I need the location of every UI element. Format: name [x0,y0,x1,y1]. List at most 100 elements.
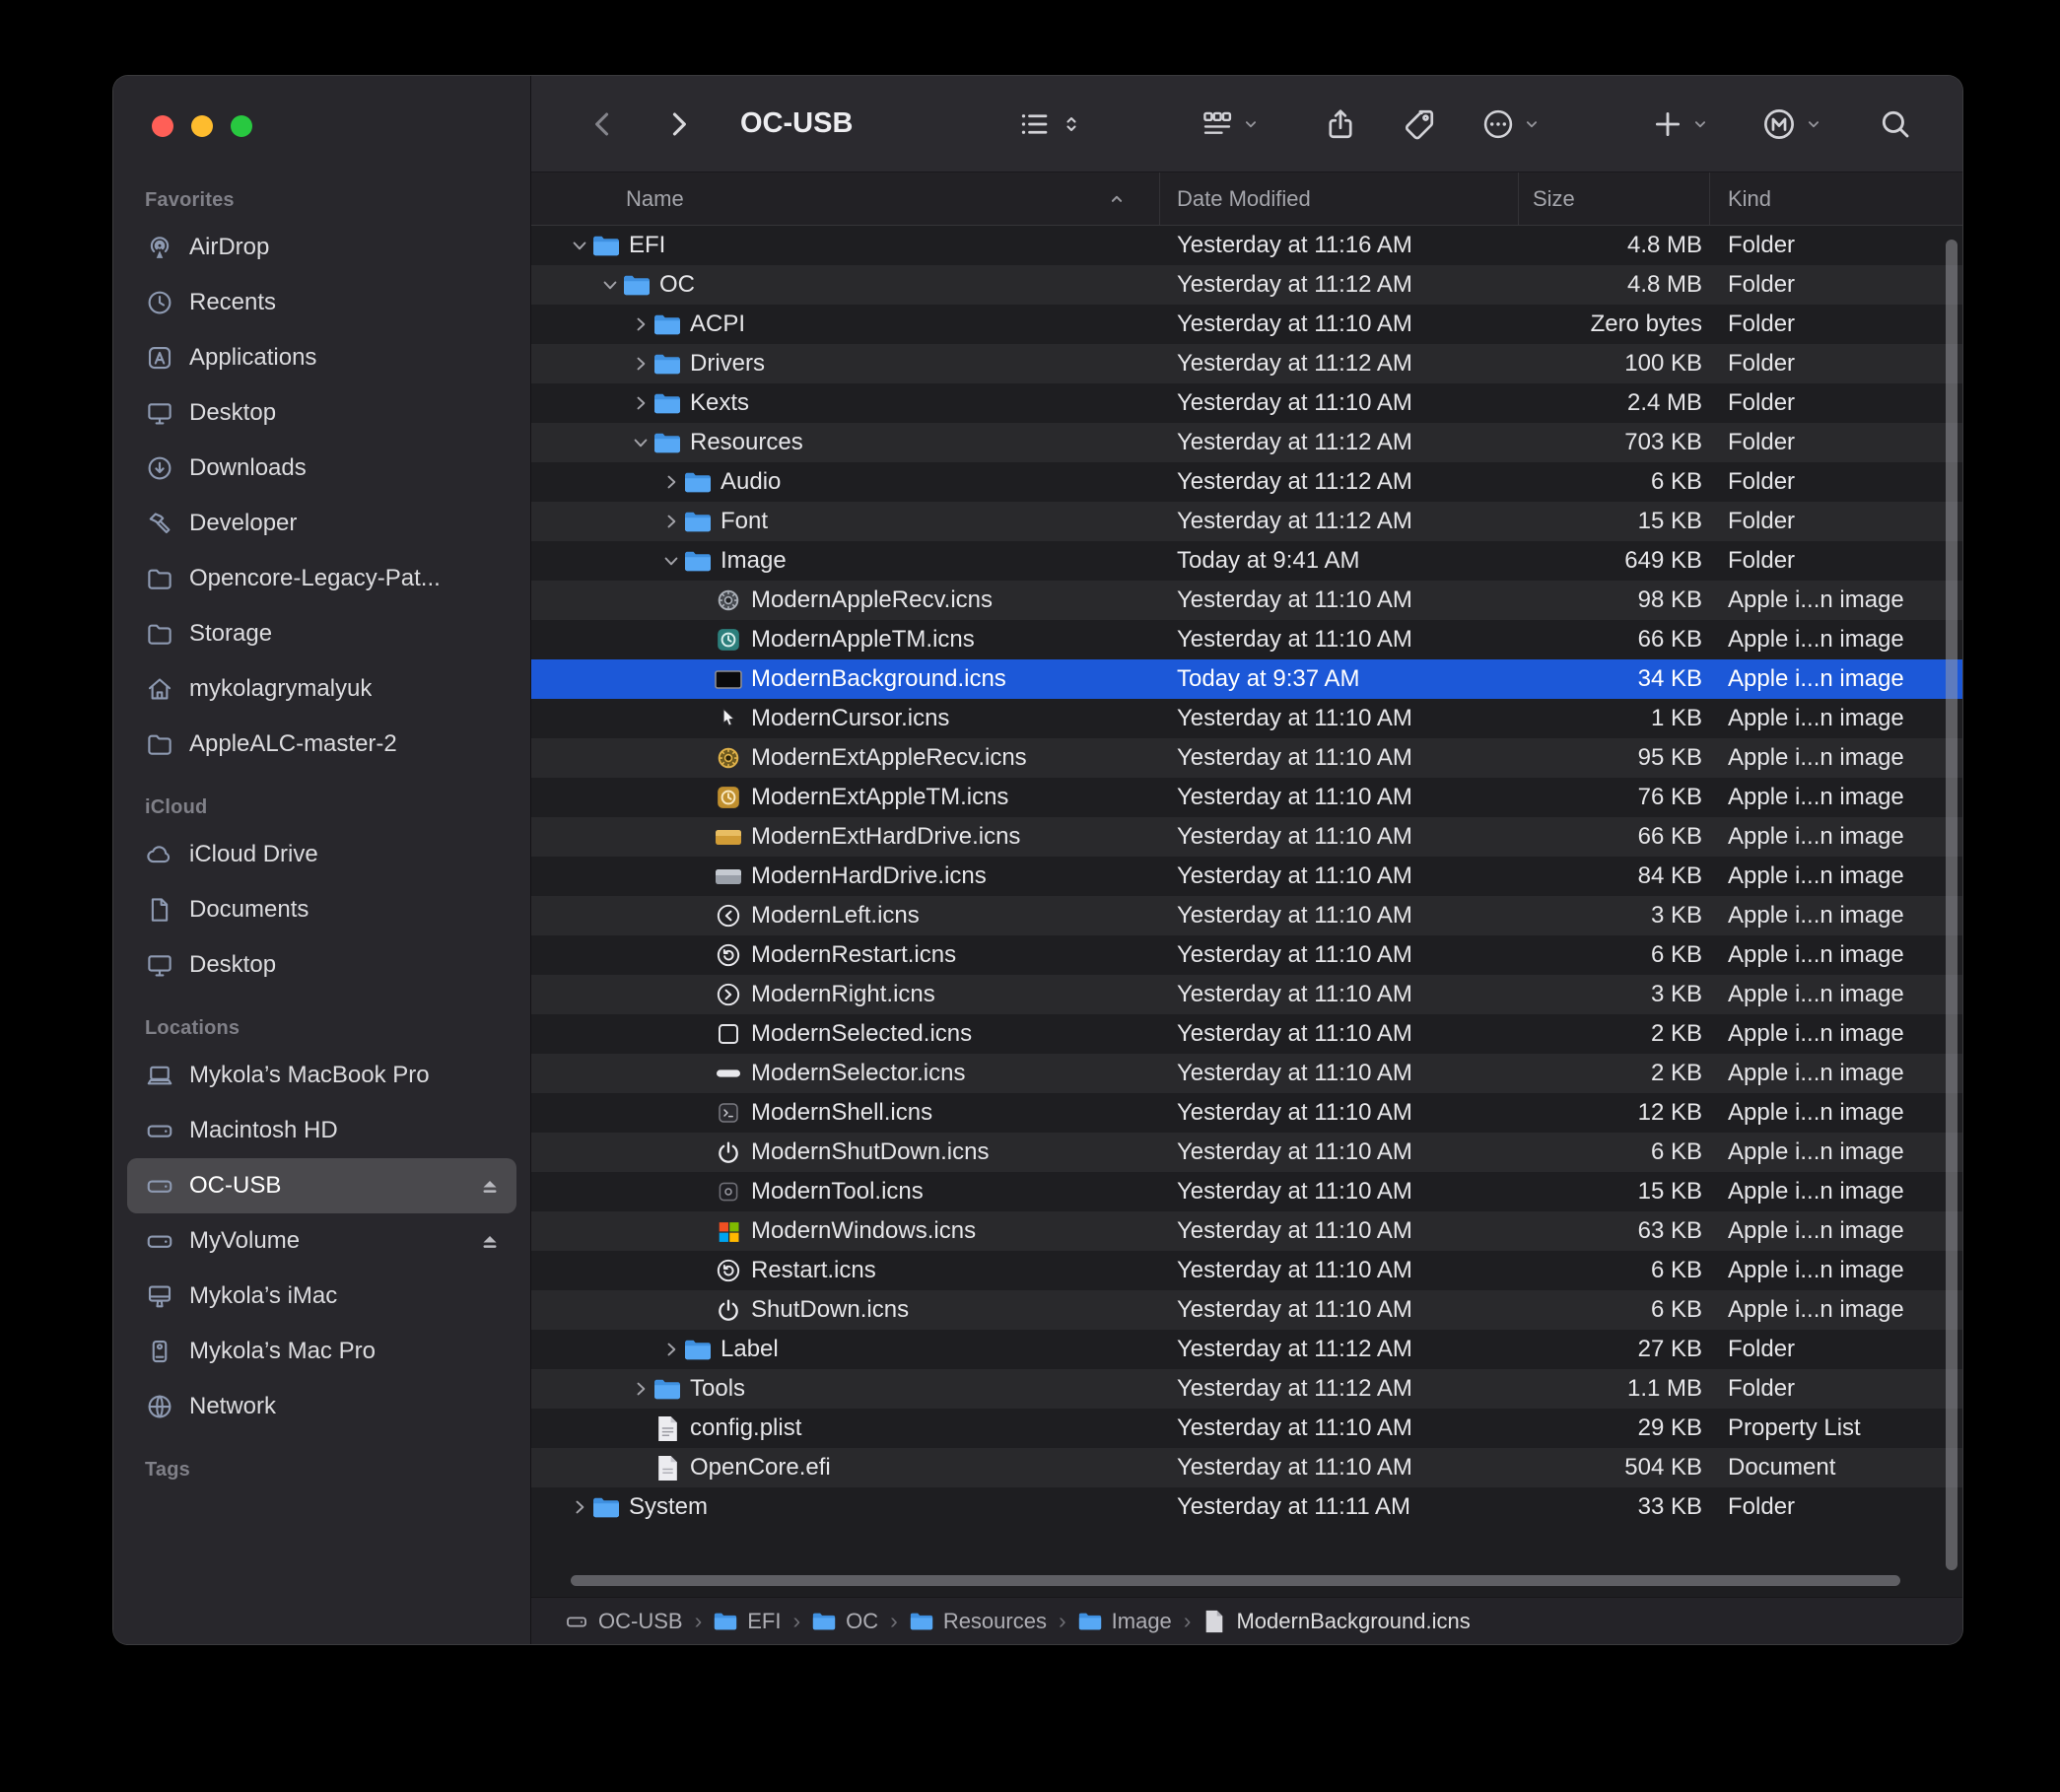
table-row[interactable]: ModernRight.icnsYesterday at 11:10 AM3 K… [531,975,1962,1014]
column-header-date-modified[interactable]: Date Modified [1160,172,1519,225]
sidebar-item-icloud-drive[interactable]: iCloud Drive [127,827,516,882]
disclosure-chevron-icon[interactable] [658,551,684,571]
disclosure-chevron-icon[interactable] [597,275,623,295]
close-button[interactable] [152,115,173,137]
modernextappletm-icns-icon [715,781,742,814]
disclosure-chevron-icon[interactable] [628,433,653,452]
sidebar-item-network[interactable]: Network [127,1379,516,1434]
path-item-resources[interactable]: Resources [910,1609,1047,1634]
table-row[interactable]: ModernTool.icnsYesterday at 11:10 AM15 K… [531,1172,1962,1211]
table-row[interactable]: ModernSelected.icnsYesterday at 11:10 AM… [531,1014,1962,1054]
column-header-size[interactable]: Size [1519,172,1710,225]
share-button[interactable] [1323,106,1358,142]
zoom-button[interactable] [231,115,252,137]
file-date-modified: Yesterday at 11:10 AM [1160,981,1519,1008]
table-row[interactable]: ModernHardDrive.icnsYesterday at 11:10 A… [531,857,1962,896]
table-row[interactable]: ModernCursor.icnsYesterday at 11:10 AM1 … [531,699,1962,738]
sidebar-item-downloads[interactable]: Downloads [127,441,516,496]
table-row[interactable]: KextsYesterday at 11:10 AM2.4 MBFolder [531,383,1962,423]
new-item-button[interactable] [1651,107,1709,141]
disclosure-chevron-icon[interactable] [658,512,684,531]
table-row[interactable]: config.plistYesterday at 11:10 AM29 KBPr… [531,1409,1962,1448]
table-row[interactable]: ModernShutDown.icnsYesterday at 11:10 AM… [531,1133,1962,1172]
sidebar-item-recents[interactable]: Recents [127,275,516,330]
table-row[interactable]: SystemYesterday at 11:11 AM33 KBFolder [531,1487,1962,1527]
table-row[interactable]: ModernAppleRecv.icnsYesterday at 11:10 A… [531,581,1962,620]
table-row[interactable]: ModernRestart.icnsYesterday at 11:10 AM6… [531,935,1962,975]
path-item-oc[interactable]: OC [812,1609,878,1634]
table-row[interactable]: AudioYesterday at 11:12 AM6 KBFolder [531,462,1962,502]
account-menu-button[interactable] [1760,105,1822,143]
table-row[interactable]: Restart.icnsYesterday at 11:10 AM6 KBApp… [531,1251,1962,1290]
disclosure-chevron-icon[interactable] [658,1340,684,1359]
file-size: 6 KB [1519,1257,1710,1284]
file-date-modified: Yesterday at 11:10 AM [1160,1454,1519,1482]
table-row[interactable]: ToolsYesterday at 11:12 AM1.1 MBFolder [531,1369,1962,1409]
more-actions-button[interactable] [1480,106,1541,142]
disclosure-chevron-icon[interactable] [567,236,592,255]
table-row[interactable]: ModernExtAppleRecv.icnsYesterday at 11:1… [531,738,1962,778]
table-row[interactable]: LabelYesterday at 11:12 AM27 KBFolder [531,1330,1962,1369]
sidebar-item-desktop[interactable]: Desktop [127,385,516,441]
table-row[interactable]: ModernBackground.icnsToday at 9:37 AM34 … [531,659,1962,699]
table-row[interactable]: ModernLeft.icnsYesterday at 11:10 AM3 KB… [531,896,1962,935]
sidebar-item-mykola-s-imac[interactable]: Mykola’s iMac [127,1269,516,1324]
disclosure-chevron-icon[interactable] [567,1497,592,1517]
table-row[interactable]: ShutDown.icnsYesterday at 11:10 AM6 KBAp… [531,1290,1962,1330]
table-row[interactable]: ModernExtAppleTM.icnsYesterday at 11:10 … [531,778,1962,817]
disclosure-chevron-icon[interactable] [628,354,653,374]
disclosure-chevron-icon[interactable] [628,314,653,334]
sidebar-item-myvolume[interactable]: MyVolume [127,1213,516,1269]
eject-icon[interactable] [477,1228,503,1254]
horizontal-scrollbar[interactable] [571,1575,1900,1586]
folder-icon [145,564,174,593]
sidebar-item-mykola-s-mac-pro[interactable]: Mykola’s Mac Pro [127,1324,516,1379]
disclosure-chevron-icon[interactable] [628,1379,653,1399]
group-by-button[interactable] [1200,106,1260,142]
column-header-kind[interactable]: Kind [1710,172,1962,225]
forward-button[interactable] [661,107,695,141]
sidebar-item-macintosh-hd[interactable]: Macintosh HD [127,1103,516,1158]
table-row[interactable]: ResourcesYesterday at 11:12 AM703 KBFold… [531,423,1962,462]
sidebar-item-applealc-master-2[interactable]: AppleALC-master-2 [127,717,516,772]
table-row[interactable]: FontYesterday at 11:12 AM15 KBFolder [531,502,1962,541]
view-switcher[interactable] [1016,106,1083,142]
sidebar-item-developer[interactable]: Developer [127,496,516,551]
path-item-efi[interactable]: EFI [714,1609,781,1634]
eject-icon[interactable] [477,1173,503,1199]
table-row[interactable]: ModernWindows.icnsYesterday at 11:10 AM6… [531,1211,1962,1251]
sidebar-item-opencore-legacy-pat[interactable]: Opencore-Legacy-Pat... [127,551,516,606]
column-header-name[interactable]: Name [531,172,1160,225]
table-row[interactable]: ACPIYesterday at 11:10 AMZero bytesFolde… [531,305,1962,344]
table-row[interactable]: DriversYesterday at 11:12 AM100 KBFolder [531,344,1962,383]
path-item-oc-usb[interactable]: OC-USB [565,1609,683,1634]
table-row[interactable]: ModernAppleTM.icnsYesterday at 11:10 AM6… [531,620,1962,659]
table-row[interactable]: ModernShell.icnsYesterday at 11:10 AM12 … [531,1093,1962,1133]
sidebar-item-mykolagrymalyuk[interactable]: mykolagrymalyuk [127,661,516,717]
vertical-scrollbar[interactable] [1946,240,1957,1570]
sidebar-item-desktop[interactable]: Desktop [127,937,516,993]
table-row[interactable]: ModernSelector.icnsYesterday at 11:10 AM… [531,1054,1962,1093]
back-button[interactable] [586,107,620,141]
table-row[interactable]: OpenCore.efiYesterday at 11:10 AM504 KBD… [531,1448,1962,1487]
table-row[interactable]: OCYesterday at 11:12 AM4.8 MBFolder [531,265,1962,305]
moderntool-icns-icon [715,1175,742,1208]
disclosure-chevron-icon[interactable] [628,393,653,413]
sidebar-item-mykola-s-macbook-pro[interactable]: Mykola’s MacBook Pro [127,1048,516,1103]
table-row[interactable]: ImageToday at 9:41 AM649 KBFolder [531,541,1962,581]
sidebar-item-oc-usb[interactable]: OC-USB [127,1158,516,1213]
disclosure-chevron-icon[interactable] [658,472,684,492]
minimize-button[interactable] [191,115,213,137]
path-item-image[interactable]: Image [1078,1609,1172,1634]
sidebar-item-documents[interactable]: Documents [127,882,516,937]
path-item-modernbackground-icns[interactable]: ModernBackground.icns [1202,1609,1470,1634]
table-row[interactable]: EFIYesterday at 11:16 AM4.8 MBFolder [531,226,1962,265]
applications-icon [145,343,174,373]
sidebar-item-storage[interactable]: Storage [127,606,516,661]
tag-button[interactable] [1402,106,1437,142]
table-row[interactable]: ModernExtHardDrive.icnsYesterday at 11:1… [531,817,1962,857]
sidebar-item-applications[interactable]: Applications [127,330,516,385]
ellipsis-circle-icon [1480,106,1516,142]
search-button[interactable] [1878,106,1913,142]
sidebar-item-airdrop[interactable]: AirDrop [127,220,516,275]
